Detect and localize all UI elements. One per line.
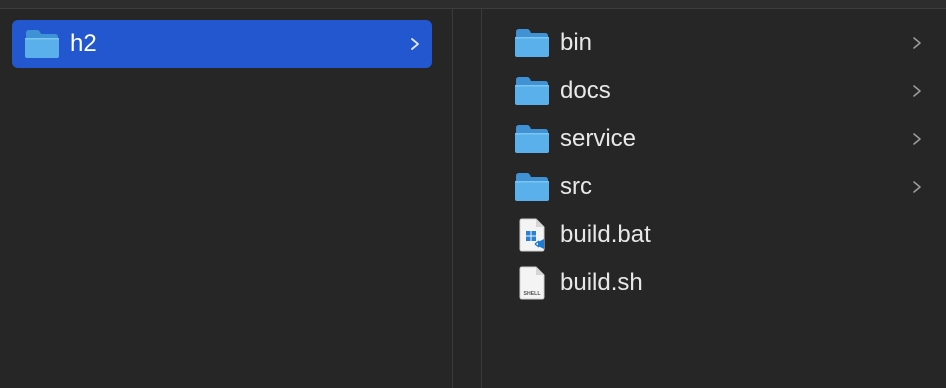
list-item-service[interactable]: service <box>514 115 934 163</box>
column-2[interactable]: bin docs service src build.bat SHELL bui… <box>482 9 946 388</box>
folder-icon <box>514 28 550 58</box>
folder-icon <box>514 76 550 106</box>
column-1[interactable]: h2 <box>0 9 452 388</box>
shell-file-icon: SHELL <box>514 266 550 300</box>
item-label: service <box>560 125 637 152</box>
folder-icon <box>24 29 60 59</box>
toolbar-edge <box>0 0 946 9</box>
item-label: build.bat <box>560 221 651 248</box>
chevron-right-icon <box>408 20 422 68</box>
chevron-right-icon <box>910 19 924 67</box>
bat-file-icon <box>514 218 550 252</box>
list-item-docs[interactable]: docs <box>514 67 934 115</box>
folder-icon <box>514 172 550 202</box>
folder-icon <box>514 124 550 154</box>
list-item-src[interactable]: src <box>514 163 934 211</box>
list-item-bin[interactable]: bin <box>514 19 934 67</box>
list-item-build-bat[interactable]: build.bat <box>514 211 934 259</box>
item-label: docs <box>560 77 611 104</box>
chevron-right-icon <box>910 163 924 211</box>
finder-window: h2 bin docs service src build.bat SHELL … <box>0 0 946 388</box>
list-item-build-sh[interactable]: SHELL build.sh <box>514 259 934 307</box>
list-item-h2[interactable]: h2 <box>12 20 432 68</box>
shell-badge-text: SHELL <box>523 291 541 297</box>
item-label: h2 <box>70 30 97 57</box>
chevron-right-icon <box>910 115 924 163</box>
chevron-right-icon <box>910 67 924 115</box>
item-label: build.sh <box>560 269 643 296</box>
item-label: src <box>560 173 592 200</box>
item-label: bin <box>560 29 593 56</box>
column-divider[interactable] <box>452 9 453 388</box>
